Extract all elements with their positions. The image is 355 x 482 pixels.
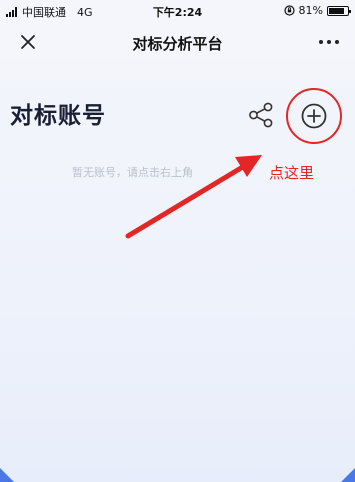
navigation-bar: 对标分析平台 (0, 22, 355, 62)
battery-percent: 81% (298, 4, 323, 17)
status-right: 81% (283, 4, 351, 17)
battery-level (329, 7, 344, 14)
orientation-lock-icon (283, 5, 295, 16)
share-icon[interactable] (248, 102, 274, 128)
battery-icon (327, 5, 351, 16)
status-bar: 中国联通 4G 下午2:24 81% (0, 0, 355, 22)
corner-decoration-left (0, 468, 14, 482)
empty-state-hint: 暂无账号，请点击右上角 (72, 166, 193, 179)
section-title: 对标账号 (10, 103, 106, 129)
corner-decoration-right (341, 468, 355, 482)
main-content: 对标账号 暂无账号，请点击右上角 点这里 (0, 62, 355, 482)
more-dots-icon[interactable] (319, 40, 339, 44)
page-title: 对标分析平台 (132, 35, 223, 53)
annotation-circle (286, 88, 342, 144)
annotation-label: 点这里 (269, 164, 315, 182)
